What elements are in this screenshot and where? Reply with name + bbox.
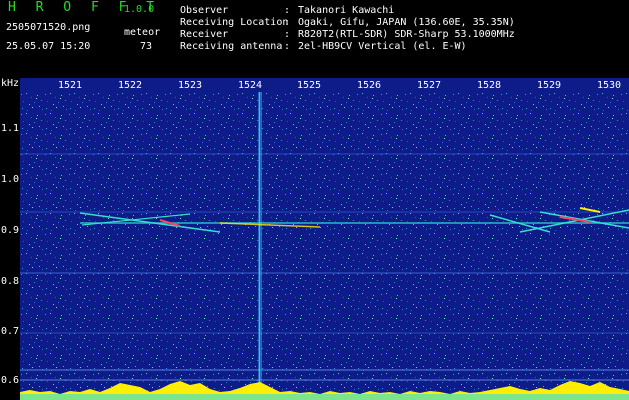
y-tick-label: 0.8 (1, 276, 20, 287)
info-colon: : (284, 5, 291, 16)
y-tick-label: 1.0 (1, 174, 20, 185)
y-unit-label: kHz (1, 78, 20, 89)
spectrogram-plot (20, 92, 629, 400)
noise-floor-base (20, 394, 629, 400)
x-tick-label: 1528 (477, 80, 502, 91)
info-colon: : (284, 41, 291, 52)
meteor-label: meteor (124, 27, 161, 38)
info-colon: : (284, 17, 291, 28)
y-tick-label: 0.7 (1, 326, 20, 337)
header-panel: H R O F F T 1.0.0 2505071520.png meteor … (0, 0, 629, 78)
spectrogram-canvas (20, 92, 629, 400)
info-value-location: Ogaki, Gifu, JAPAN (136.60E, 35.35N) (298, 17, 515, 28)
x-tick-label: 1522 (118, 80, 143, 91)
y-tick-label: 1.1 (1, 123, 20, 134)
x-tick-label: 1526 (357, 80, 382, 91)
info-key-antenna: Receiving antenna (180, 41, 283, 52)
x-tick-label: 1524 (238, 80, 263, 91)
x-tick-label: 1523 (178, 80, 203, 91)
info-key-location: Receiving Location (180, 17, 289, 28)
info-key-receiver: Receiver (180, 29, 229, 40)
x-tick-label: 1529 (537, 80, 562, 91)
info-value-antenna: 2el-HB9CV Vertical (el. E-W) (298, 41, 467, 52)
info-colon: : (284, 29, 291, 40)
info-value-receiver: R820T2(RTL-SDR) SDR-Sharp 53.1000MHz (298, 29, 515, 40)
x-tick-label: 1525 (297, 80, 322, 91)
interference-column-core (259, 92, 260, 400)
file-name: 2505071520.png (6, 22, 91, 33)
meteor-count: 73 (140, 41, 153, 52)
datetime: 25.05.07 15:20 (6, 41, 91, 52)
x-tick-label: 1530 (597, 80, 622, 91)
app-version: 1.0.0 (124, 4, 155, 15)
x-tick-label: 1521 (58, 80, 83, 91)
y-tick-label: 0.6 (1, 375, 20, 386)
info-key-observer: Observer (180, 5, 229, 16)
info-value-observer: Takanori Kawachi (298, 5, 395, 16)
x-tick-label: 1527 (417, 80, 442, 91)
y-tick-label: 0.9 (1, 225, 20, 236)
